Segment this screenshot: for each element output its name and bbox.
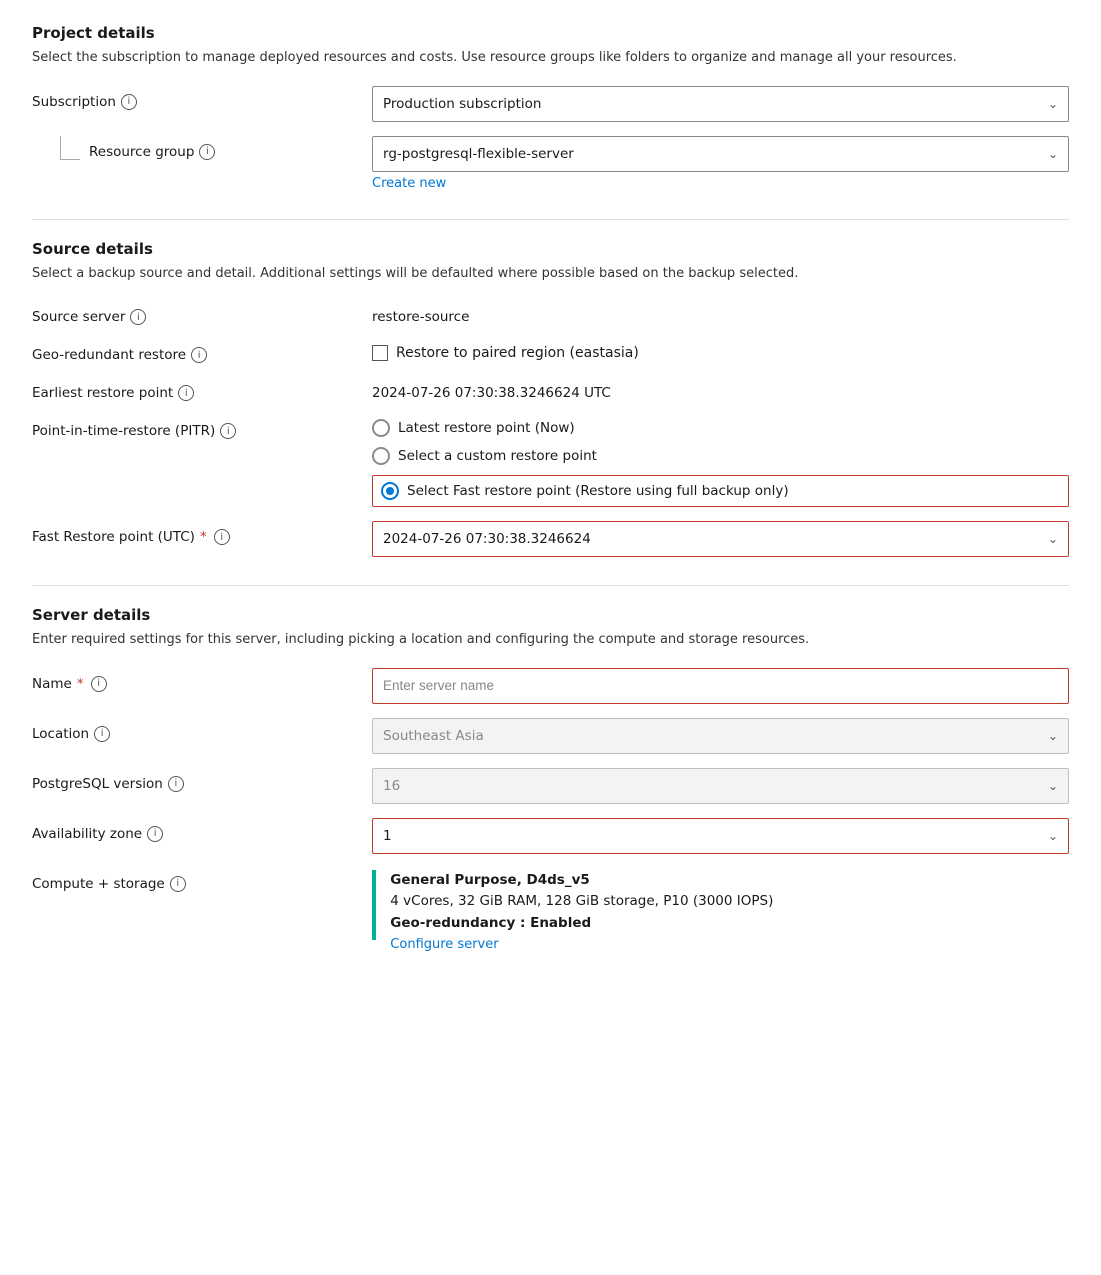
- server-name-control: [372, 668, 1069, 704]
- subscription-row: Subscription i Production subscription ⌄: [32, 86, 1069, 122]
- pg-version-row: PostgreSQL version i 16 ⌄: [32, 768, 1069, 804]
- create-new-link[interactable]: Create new: [372, 176, 446, 191]
- compute-row: Compute + storage i General Purpose, D4d…: [32, 868, 1069, 959]
- source-section-desc: Select a backup source and detail. Addit…: [32, 264, 1069, 284]
- radio-custom-label: Select a custom restore point: [398, 448, 597, 464]
- server-section-desc: Enter required settings for this server,…: [32, 630, 1069, 650]
- earliest-restore-row: Earliest restore point i 2024-07-26 07:3…: [32, 377, 1069, 401]
- resource-group-chevron-icon: ⌄: [1048, 147, 1058, 161]
- compute-green-bar: [372, 870, 376, 940]
- pitr-label: Point-in-time-restore (PITR) i: [32, 415, 372, 439]
- radio-custom-circle[interactable]: [372, 447, 390, 465]
- availability-info-icon[interactable]: i: [147, 826, 163, 842]
- source-server-value: restore-source: [372, 301, 1069, 325]
- resource-group-info-icon[interactable]: i: [199, 144, 215, 160]
- source-details-section: Source details Select a backup source an…: [32, 240, 1069, 558]
- subscription-label: Subscription i: [32, 86, 372, 110]
- pg-version-control: 16 ⌄: [372, 768, 1069, 804]
- pitr-info-icon[interactable]: i: [220, 423, 236, 439]
- pitr-row: Point-in-time-restore (PITR) i Latest re…: [32, 415, 1069, 507]
- radio-latest-label: Latest restore point (Now): [398, 420, 575, 436]
- radio-fast[interactable]: Select Fast restore point (Restore using…: [372, 475, 1069, 507]
- server-name-input[interactable]: [372, 668, 1069, 704]
- source-server-info-icon[interactable]: i: [130, 309, 146, 325]
- compute-text: General Purpose, D4ds_v5 4 vCores, 32 Gi…: [390, 870, 773, 957]
- fast-restore-required: *: [200, 529, 207, 545]
- location-row: Location i Southeast Asia ⌄: [32, 718, 1069, 754]
- geo-redundant-checkbox-label: Restore to paired region (eastasia): [396, 345, 639, 361]
- fast-restore-info-icon[interactable]: i: [214, 529, 230, 545]
- section-divider-1: [32, 219, 1069, 220]
- earliest-restore-control: 2024-07-26 07:30:38.3246624 UTC: [372, 377, 1069, 401]
- earliest-restore-info-icon[interactable]: i: [178, 385, 194, 401]
- source-server-label: Source server i: [32, 301, 372, 325]
- compute-label: Compute + storage i: [32, 868, 372, 892]
- server-name-info-icon[interactable]: i: [91, 676, 107, 692]
- earliest-restore-label: Earliest restore point i: [32, 377, 372, 401]
- server-section-title: Server details: [32, 606, 1069, 624]
- availability-label: Availability zone i: [32, 818, 372, 842]
- radio-fast-circle[interactable]: [381, 482, 399, 500]
- project-details-section: Project details Select the subscription …: [32, 24, 1069, 191]
- compute-info-icon[interactable]: i: [170, 876, 186, 892]
- availability-dropdown[interactable]: 1 ⌄: [372, 818, 1069, 854]
- subscription-dropdown[interactable]: Production subscription ⌄: [372, 86, 1069, 122]
- geo-redundant-label: Geo-redundant restore i: [32, 339, 372, 363]
- availability-chevron-icon: ⌄: [1048, 829, 1058, 843]
- radio-latest-circle[interactable]: [372, 419, 390, 437]
- fast-restore-row: Fast Restore point (UTC) * i 2024-07-26 …: [32, 521, 1069, 557]
- source-section-title: Source details: [32, 240, 1069, 258]
- pg-version-dropdown[interactable]: 16 ⌄: [372, 768, 1069, 804]
- project-section-desc: Select the subscription to manage deploy…: [32, 48, 1069, 68]
- fast-restore-dropdown[interactable]: 2024-07-26 07:30:38.3246624 ⌄: [372, 521, 1069, 557]
- compute-tier: General Purpose, D4ds_v5: [390, 872, 589, 888]
- geo-redundant-info-icon[interactable]: i: [191, 347, 207, 363]
- subscription-chevron-icon: ⌄: [1048, 97, 1058, 111]
- resource-group-label: Resource group i: [32, 136, 372, 160]
- pitr-control: Latest restore point (Now) Select a cust…: [372, 415, 1069, 507]
- source-server-row: Source server i restore-source: [32, 301, 1069, 325]
- source-server-control: restore-source: [372, 301, 1069, 325]
- compute-control: General Purpose, D4ds_v5 4 vCores, 32 Gi…: [372, 868, 1069, 959]
- earliest-restore-value: 2024-07-26 07:30:38.3246624 UTC: [372, 377, 1069, 401]
- geo-redundancy: Geo-redundancy : Enabled: [390, 915, 591, 931]
- availability-row: Availability zone i 1 ⌄: [32, 818, 1069, 854]
- server-details-section: Server details Enter required settings f…: [32, 606, 1069, 958]
- radio-fast-label: Select Fast restore point (Restore using…: [407, 483, 789, 499]
- configure-server-link[interactable]: Configure server: [390, 937, 498, 952]
- location-chevron-icon: ⌄: [1048, 729, 1058, 743]
- radio-custom[interactable]: Select a custom restore point: [372, 447, 1069, 465]
- compute-specs: 4 vCores, 32 GiB RAM, 128 GiB storage, P…: [390, 893, 773, 909]
- subscription-info-icon[interactable]: i: [121, 94, 137, 110]
- fast-restore-chevron-icon: ⌄: [1048, 532, 1058, 546]
- location-label: Location i: [32, 718, 372, 742]
- location-control: Southeast Asia ⌄: [372, 718, 1069, 754]
- pg-version-info-icon[interactable]: i: [168, 776, 184, 792]
- project-section-title: Project details: [32, 24, 1069, 42]
- geo-redundant-control: Restore to paired region (eastasia): [372, 339, 1069, 361]
- section-divider-2: [32, 585, 1069, 586]
- availability-control: 1 ⌄: [372, 818, 1069, 854]
- radio-latest[interactable]: Latest restore point (Now): [372, 419, 1069, 437]
- resource-group-dropdown[interactable]: rg-postgresql-flexible-server ⌄: [372, 136, 1069, 172]
- tree-line-icon: [60, 136, 80, 160]
- geo-redundant-checkbox[interactable]: [372, 345, 388, 361]
- subscription-control: Production subscription ⌄: [372, 86, 1069, 122]
- location-info-icon[interactable]: i: [94, 726, 110, 742]
- server-name-row: Name * i: [32, 668, 1069, 704]
- pg-version-label: PostgreSQL version i: [32, 768, 372, 792]
- pg-version-chevron-icon: ⌄: [1048, 779, 1058, 793]
- resource-group-row: Resource group i rg-postgresql-flexible-…: [32, 136, 1069, 191]
- resource-group-control: rg-postgresql-flexible-server ⌄ Create n…: [372, 136, 1069, 191]
- location-dropdown[interactable]: Southeast Asia ⌄: [372, 718, 1069, 754]
- fast-restore-label: Fast Restore point (UTC) * i: [32, 521, 372, 545]
- fast-restore-control: 2024-07-26 07:30:38.3246624 ⌄: [372, 521, 1069, 557]
- compute-box: General Purpose, D4ds_v5 4 vCores, 32 Gi…: [372, 868, 1069, 959]
- pitr-radio-group: Latest restore point (Now) Select a cust…: [372, 415, 1069, 507]
- geo-redundant-checkbox-row: Restore to paired region (eastasia): [372, 339, 1069, 361]
- server-name-label: Name * i: [32, 668, 372, 692]
- geo-redundant-row: Geo-redundant restore i Restore to paire…: [32, 339, 1069, 363]
- name-required: *: [77, 676, 84, 692]
